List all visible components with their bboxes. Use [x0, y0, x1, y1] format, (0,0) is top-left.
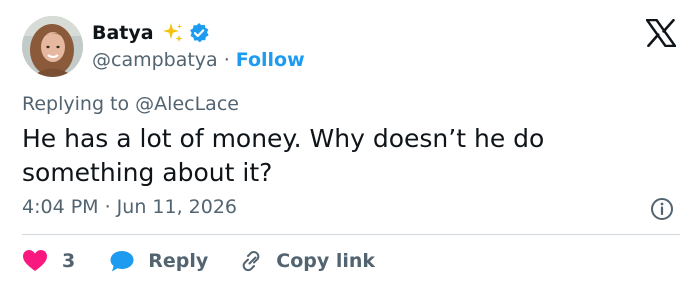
- heart-icon: [22, 249, 48, 273]
- author-handle[interactable]: @campbatya: [92, 49, 218, 71]
- follow-button[interactable]: Follow: [236, 49, 305, 71]
- divider: [22, 234, 680, 235]
- action-bar: 3 Reply Copy link: [22, 246, 375, 276]
- reply-label: Reply: [148, 250, 209, 272]
- tweet-text: He has a lot of money. Why doesn’t he do…: [22, 124, 545, 187]
- author-handle-row: @campbatya · Follow: [92, 47, 305, 73]
- avatar-image: [22, 16, 83, 77]
- reply-button[interactable]: Reply: [109, 249, 208, 273]
- link-icon: [238, 249, 264, 273]
- info-icon[interactable]: [650, 197, 674, 221]
- copy-link-button[interactable]: Copy link: [238, 249, 375, 273]
- x-logo-icon[interactable]: [645, 18, 677, 48]
- tweet-timestamp[interactable]: 4:04 PM · Jun 11, 2026: [22, 196, 237, 218]
- separator-dot: ·: [223, 49, 230, 71]
- replying-prefix: Replying to: [22, 93, 130, 115]
- copy-link-label: Copy link: [276, 250, 376, 272]
- author-display-name[interactable]: Batya: [92, 22, 154, 44]
- replying-to-line: Replying to @AlecLace: [22, 93, 239, 115]
- author-name-row: Batya: [92, 20, 210, 46]
- avatar[interactable]: [22, 16, 83, 77]
- sparkles-icon: [162, 22, 184, 44]
- reply-bubble-icon: [109, 249, 135, 273]
- replying-to-mention[interactable]: @AlecLace: [135, 93, 239, 115]
- like-button[interactable]: 3: [22, 249, 75, 273]
- verified-badge-icon[interactable]: [188, 22, 210, 44]
- like-count: 3: [62, 250, 76, 272]
